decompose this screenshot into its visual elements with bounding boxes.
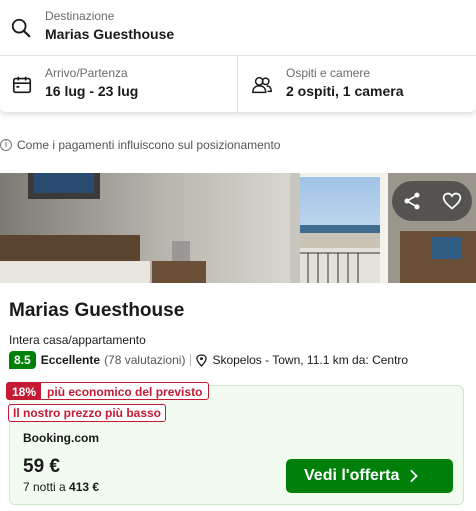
accommodation-type: Intera casa/appartamento xyxy=(9,333,146,347)
dates-field[interactable]: Arrivo/Partenza 16 lug - 23 lug xyxy=(0,56,238,113)
discount-percent: 18% xyxy=(7,383,42,399)
rating-score: 8.5 xyxy=(9,351,36,369)
provider-name: Booking.com xyxy=(23,431,100,445)
lowest-price-badge: Il nostro prezzo più basso xyxy=(8,404,167,422)
view-deal-label: Vedi l'offerta xyxy=(304,467,400,484)
dates-label: Arrivo/Partenza xyxy=(45,66,128,80)
guests-value: 2 ospiti, 1 camera xyxy=(286,83,404,99)
guests-field[interactable]: Ospiti e camere 2 ospiti, 1 camera xyxy=(238,56,476,113)
destination-label: Destinazione xyxy=(45,9,115,23)
chevron-right-icon xyxy=(410,470,418,482)
discount-text: più economico del previsto xyxy=(47,385,203,399)
destination-field[interactable]: Destinazione Marias Guesthouse xyxy=(0,0,476,56)
rating-word: Eccellente xyxy=(40,353,101,367)
dates-value: 16 lug - 23 lug xyxy=(45,83,139,99)
info-icon: i xyxy=(0,139,12,151)
search-icon xyxy=(11,18,31,38)
guests-label: Ospiti e camere xyxy=(286,66,371,80)
divider xyxy=(190,354,192,366)
heart-icon xyxy=(442,192,462,210)
discount-badge: 18% più economico del previsto xyxy=(6,382,210,400)
search-card: Destinazione Marias Guesthouse Arrivo/Pa… xyxy=(0,0,476,113)
ranking-info-text: Come i pagamenti influiscono sul posizio… xyxy=(17,138,281,152)
photo-actions xyxy=(392,181,472,221)
hotel-photo[interactable] xyxy=(0,173,476,283)
deal-card[interactable]: 18% più economico del previsto Il nostro… xyxy=(6,382,464,505)
view-deal-button[interactable]: Vedi l'offerta xyxy=(286,459,453,493)
favorite-button[interactable] xyxy=(438,187,466,215)
location-pin-icon xyxy=(196,353,208,367)
destination-value: Marias Guesthouse xyxy=(45,26,175,42)
share-icon xyxy=(404,192,420,210)
share-button[interactable] xyxy=(398,187,426,215)
guests-icon xyxy=(252,76,272,94)
nightly-price: 59 € xyxy=(23,456,60,477)
nights-prefix: 7 notti a xyxy=(23,480,66,494)
total-price: 413 € xyxy=(69,480,100,494)
total-price-line: 7 notti a 413 € xyxy=(23,480,99,494)
ranking-info-link[interactable]: i Come i pagamenti influiscono sul posiz… xyxy=(0,137,280,153)
hotel-name[interactable]: Marias Guesthouse xyxy=(9,300,184,322)
rating-count: (78 valutazioni) xyxy=(104,353,186,367)
calendar-icon xyxy=(12,76,32,94)
location-text: Skopelos - Town, 11.1 km da: Centro xyxy=(212,353,409,367)
rating-row: 8.5 Eccellente (78 valutazioni) Skopelos… xyxy=(9,351,408,369)
